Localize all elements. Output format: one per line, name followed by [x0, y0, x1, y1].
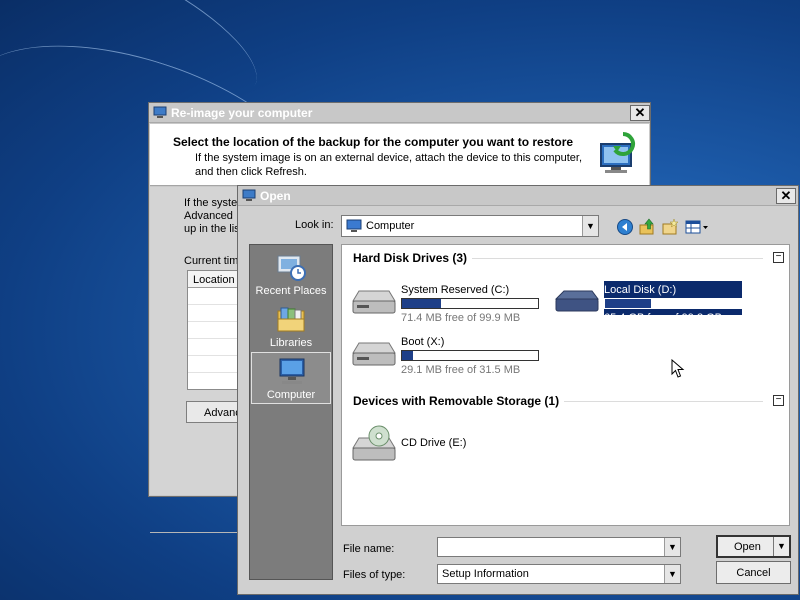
- cancel-button[interactable]: Cancel: [716, 561, 791, 584]
- drive-usage-fill: [402, 351, 413, 360]
- place-libraries[interactable]: Libraries: [251, 301, 331, 353]
- open-dialog: Open ✕ Look in: Computer ▼ Recent Places…: [237, 185, 799, 595]
- drive-usage-bar: [401, 298, 539, 309]
- group-title-hard-disks: Hard Disk Drives (3): [353, 251, 468, 265]
- up-folder-icon[interactable]: [638, 218, 656, 236]
- place-recent-places[interactable]: Recent Places: [251, 249, 331, 301]
- place-computer[interactable]: Computer: [251, 352, 331, 404]
- hard-drive-icon: [554, 290, 599, 312]
- cd-drive-icon: [352, 425, 396, 461]
- drive-name: CD Drive (E:): [401, 437, 467, 449]
- drive-usage-bar: [401, 350, 539, 361]
- group-divider: [564, 401, 763, 402]
- recent-places-icon: [277, 255, 306, 281]
- chevron-down-icon[interactable]: ▼: [582, 216, 598, 236]
- look-in-dropdown[interactable]: Computer ▼: [341, 215, 599, 237]
- group-divider: [472, 258, 763, 259]
- open-titlebar[interactable]: Open ✕: [238, 186, 798, 206]
- places-bar: Recent Places Libraries Computer: [249, 244, 333, 580]
- open-title: Open: [260, 189, 291, 203]
- hard-drive-icon: [352, 342, 396, 366]
- file-view[interactable]: Hard Disk Drives (3) − System Reserved (…: [341, 244, 790, 526]
- open-split-arrow-icon[interactable]: ▼: [773, 537, 789, 556]
- reimage-instructions-line1: If the syste: [184, 197, 238, 209]
- drive-free-space: 71.4 MB free of 99.9 MB: [401, 312, 521, 324]
- reimage-title: Re-image your computer: [171, 106, 313, 120]
- collapse-group-button[interactable]: −: [773, 395, 784, 406]
- open-close-button[interactable]: ✕: [776, 188, 796, 204]
- cancel-button-label: Cancel: [736, 567, 771, 579]
- place-label: Libraries: [269, 337, 313, 349]
- drive-free-space: 29.1 MB free of 31.5 MB: [401, 364, 521, 376]
- drive-usage-fill: [605, 299, 652, 308]
- drive-name: Boot (X:): [401, 336, 445, 348]
- look-in-label: Look in:: [295, 219, 334, 231]
- backup-app-icon: [153, 106, 167, 118]
- reimage-close-button[interactable]: ✕: [630, 105, 650, 121]
- drive-usage-bar: [604, 298, 742, 309]
- files-of-type-dropdown[interactable]: Setup Information ▼: [437, 564, 681, 584]
- hard-drive-icon: [352, 290, 396, 314]
- back-icon[interactable]: [616, 218, 634, 236]
- views-menu-icon[interactable]: [685, 218, 709, 236]
- reimage-titlebar[interactable]: Re-image your computer ✕: [149, 103, 650, 123]
- files-of-type-value: Setup Information: [442, 568, 529, 580]
- reimage-header: Select the location of the backup for th…: [150, 124, 649, 186]
- place-label: Recent Places: [255, 285, 327, 297]
- drive-usage-fill: [402, 299, 442, 308]
- place-label: Computer: [266, 389, 316, 401]
- group-title-removable: Devices with Removable Storage (1): [353, 394, 560, 408]
- reimage-instructions-line2: Advanced: [184, 210, 233, 222]
- open-button-label: Open: [734, 541, 761, 553]
- open-button[interactable]: Open ▼: [716, 535, 791, 558]
- file-name-label: File name:: [343, 543, 395, 555]
- collapse-group-button[interactable]: −: [773, 252, 784, 263]
- files-of-type-label: Files of type:: [343, 569, 406, 581]
- current-time-label: Current tim: [184, 255, 239, 267]
- computer-icon: [279, 358, 305, 384]
- reimage-instructions-line3: up in the lis: [184, 223, 240, 235]
- chevron-down-icon[interactable]: ▼: [664, 538, 680, 556]
- computer-small-icon: [346, 219, 362, 232]
- drive-name: System Reserved (C:): [401, 284, 510, 296]
- restore-wizard-icon: [600, 132, 635, 173]
- reimage-subtext: If the system image is on an external de…: [195, 152, 583, 178]
- new-folder-icon[interactable]: [661, 218, 679, 236]
- open-dialog-icon: [242, 189, 256, 201]
- drive-name: Local Disk (D:): [604, 284, 677, 296]
- mouse-pointer-icon: [671, 359, 685, 378]
- libraries-icon: [277, 307, 305, 332]
- file-name-input[interactable]: ▼: [437, 537, 681, 557]
- drive-free-space: 65.4 GB free of 99.8 GB: [604, 312, 723, 324]
- reimage-heading: Select the location of the backup for th…: [173, 135, 574, 149]
- chevron-down-icon[interactable]: ▼: [664, 565, 680, 583]
- look-in-value: Computer: [366, 220, 415, 232]
